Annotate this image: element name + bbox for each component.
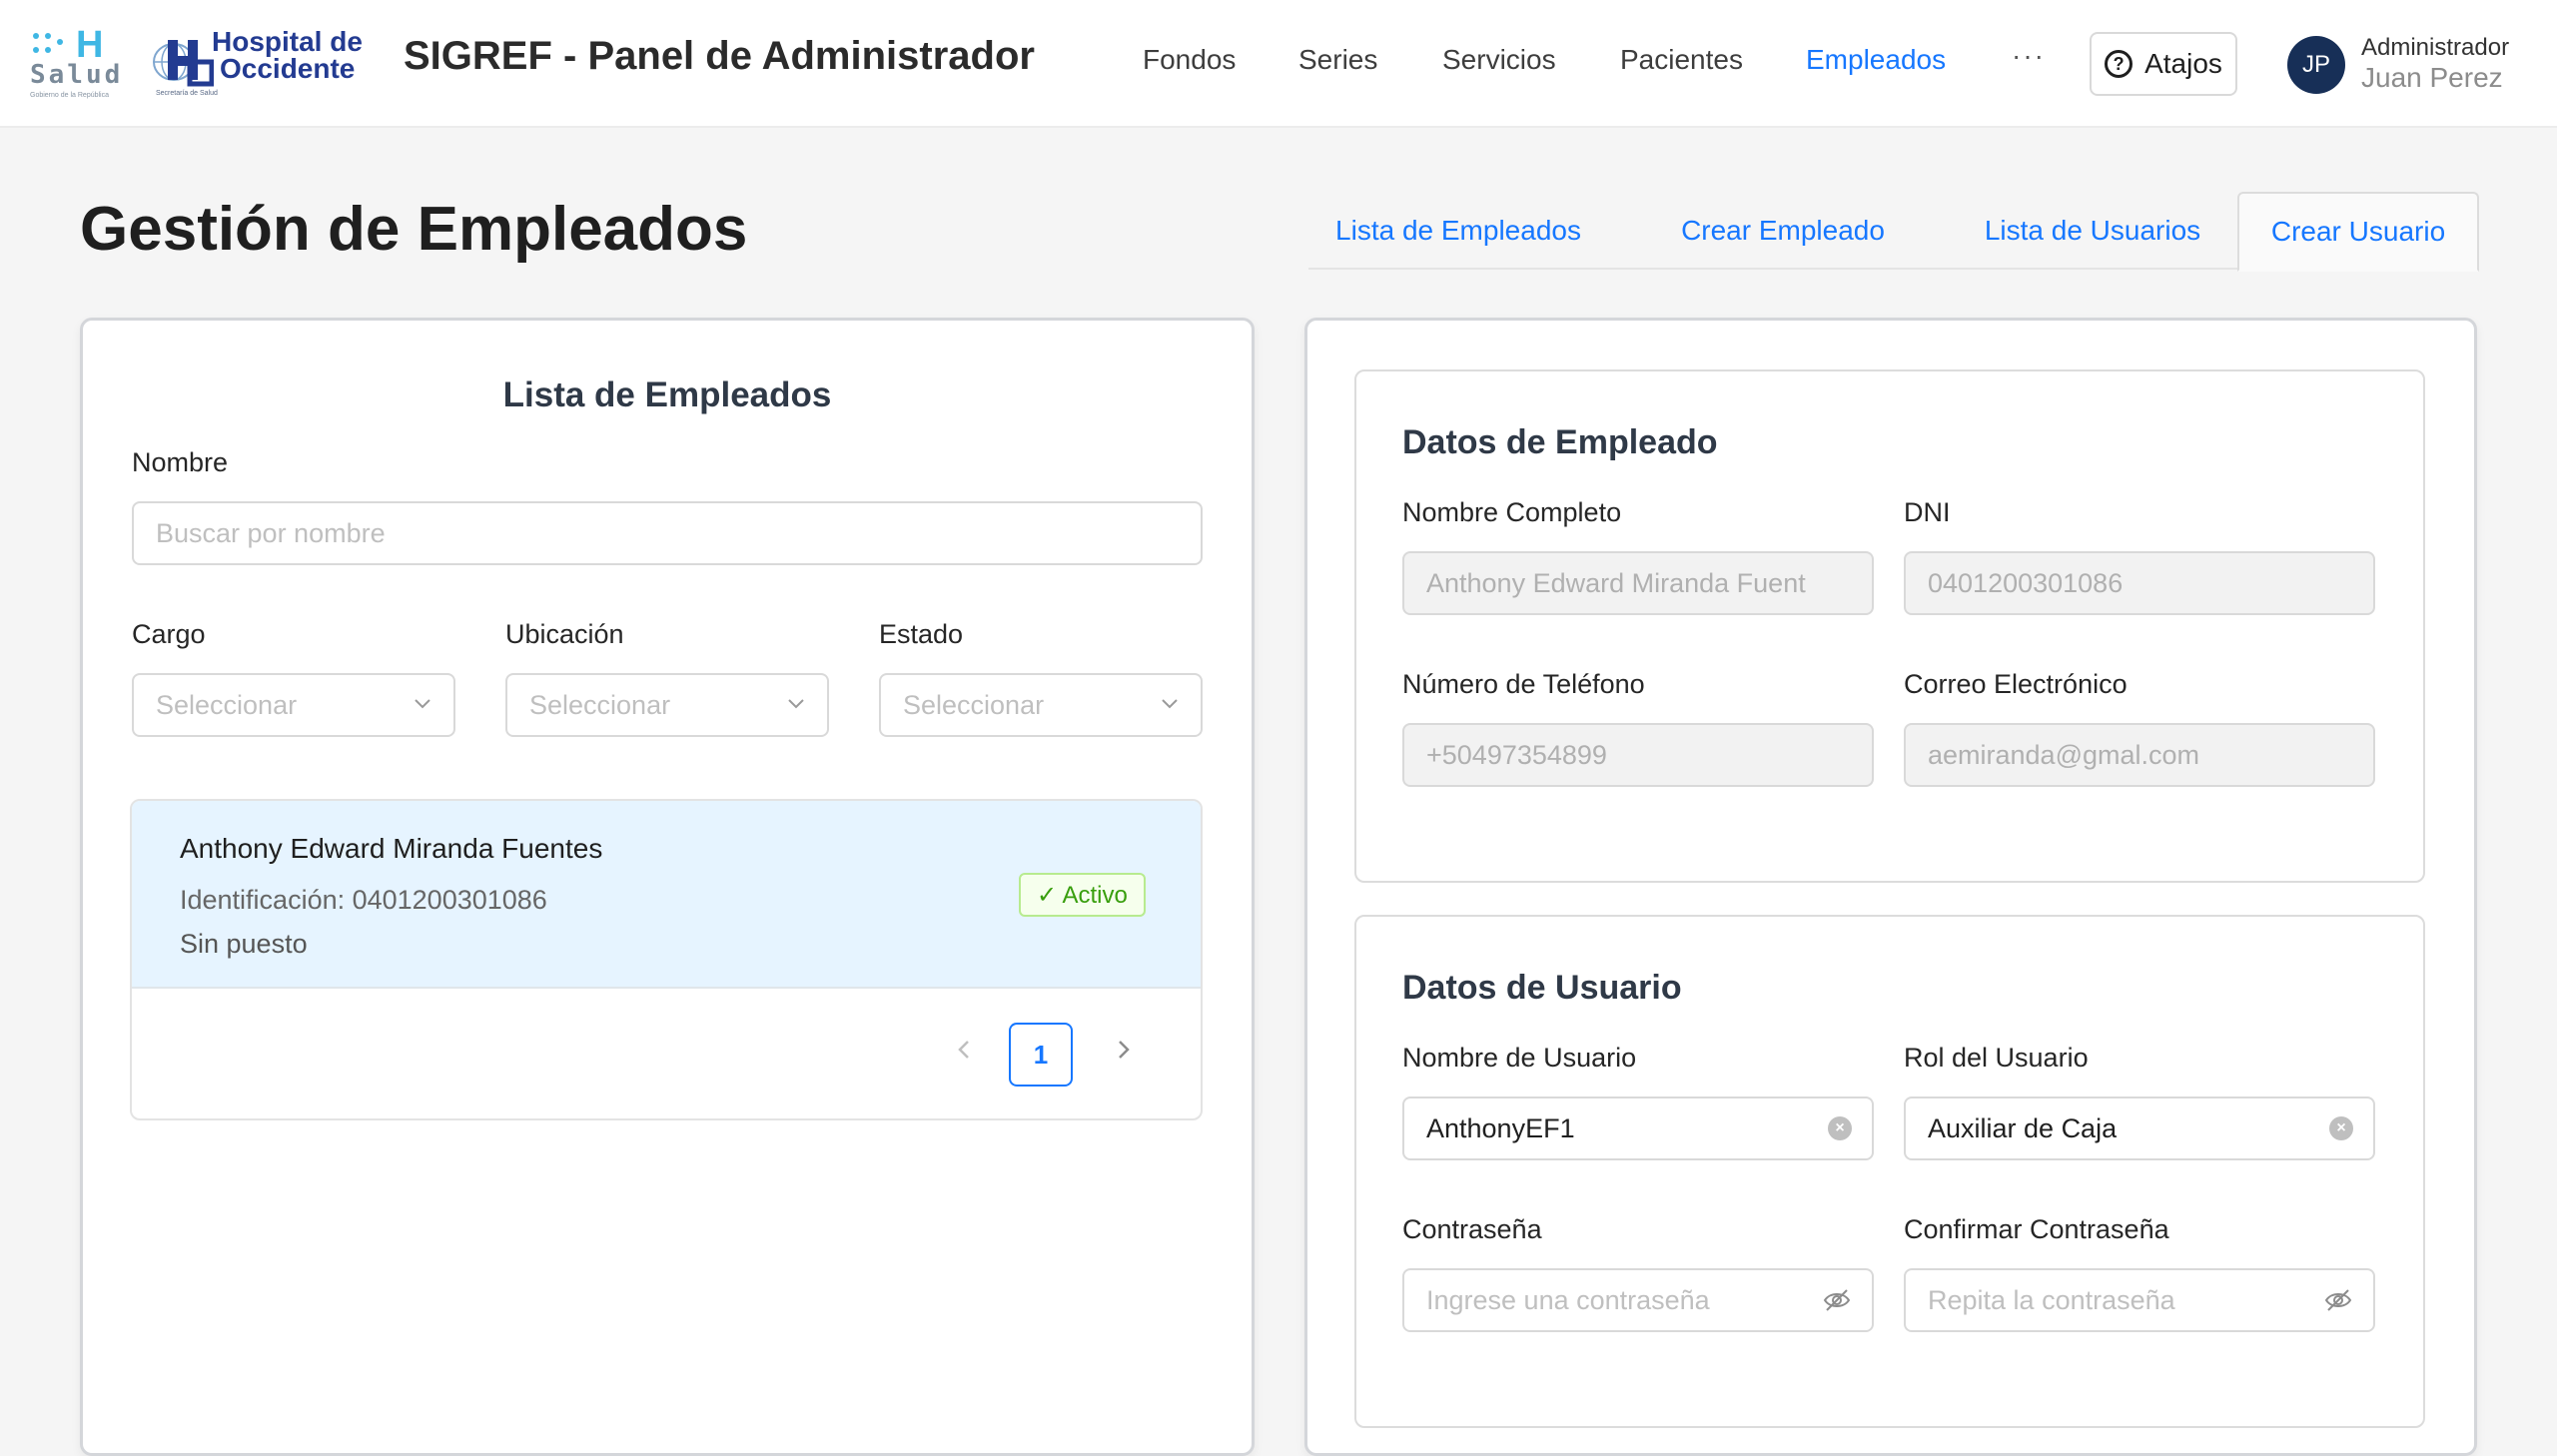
password-placeholder: Ingrese una contraseña (1426, 1284, 1710, 1315)
tab-bar: Lista de Empleados Crear Empleado Lista … (1308, 192, 2479, 272)
user-role: Administrador (2361, 34, 2510, 61)
employee-list-title: Lista de Empleados (502, 375, 832, 414)
hospital-logo-line2: Occidente (220, 53, 356, 84)
shortcuts-button[interactable]: ? Atajos (2090, 32, 2237, 96)
tab-crear-empleado[interactable]: Crear Empleado (1648, 192, 1918, 270)
employee-data-title: Datos de Empleado (1402, 423, 1718, 461)
name-filter-label: Nombre (132, 447, 229, 477)
top-header: H Salud Gobierno de la República Hospita… (0, 0, 2557, 128)
dni-value: 0401200301086 (1928, 567, 2124, 598)
app-title: SIGREF - Panel de Administrador (404, 34, 1035, 78)
salud-logo-text: Salud (30, 60, 124, 90)
confirm-password-placeholder: Repita la contraseña (1928, 1284, 2175, 1315)
tab-lista-usuarios[interactable]: Lista de Usuarios (1948, 192, 2237, 270)
salud-dots-icon (33, 33, 63, 53)
salud-logo-h: H (76, 24, 104, 66)
clear-icon[interactable]: × (1828, 1116, 1852, 1140)
cargo-filter-label: Cargo (132, 619, 206, 649)
chevron-down-icon (788, 699, 804, 709)
user-name: Juan Perez (2361, 62, 2503, 93)
hospital-logo-line1: Hospital de (212, 26, 363, 57)
chevron-right-icon[interactable] (1109, 1035, 1139, 1065)
phone-value: +50497354899 (1426, 739, 1607, 770)
cargo-select[interactable]: Seleccionar (132, 673, 455, 737)
ubicacion-filter-label: Ubicación (505, 619, 624, 649)
full-name-value: Anthony Edward Miranda Fuent (1426, 567, 1806, 598)
estado-filter-label: Estado (879, 619, 964, 649)
nav-item-empleados[interactable]: Empleados (1806, 44, 1946, 76)
name-search-placeholder: Buscar por nombre (156, 517, 386, 548)
list-item[interactable]: Anthony Edward Miranda Fuentes Identific… (132, 801, 1201, 989)
nav-item-pacientes[interactable]: Pacientes (1620, 44, 1743, 76)
user-data-title: Datos de Usuario (1402, 969, 1682, 1007)
dni-label: DNI (1904, 497, 1951, 527)
salud-logo-tagline: Gobierno de la República (30, 92, 109, 99)
eye-invisible-icon[interactable] (2323, 1285, 2353, 1315)
eye-invisible-icon[interactable] (1822, 1285, 1852, 1315)
nav-item-servicios[interactable]: Servicios (1442, 44, 1556, 76)
ubicacion-select-placeholder: Seleccionar (529, 689, 671, 720)
tab-lista-empleados[interactable]: Lista de Empleados (1308, 192, 1608, 270)
hospital-logo-tagline: Secretaría de Salud (156, 90, 218, 97)
phone-label: Número de Teléfono (1402, 669, 1645, 699)
status-badge: ✓ Activo (1019, 873, 1146, 917)
hospital-logo-name: Hospital de Occidente (212, 26, 363, 84)
ubicacion-select[interactable]: Seleccionar (505, 673, 829, 737)
nav-item-fondos[interactable]: Fondos (1143, 44, 1236, 76)
password-label: Contraseña (1402, 1214, 1542, 1244)
pagination-page-1[interactable]: 1 (1009, 1023, 1073, 1087)
employee-list: Anthony Edward Miranda Fuentes Identific… (130, 799, 1203, 1120)
employee-identification: Identificación: 0401200301086 (180, 885, 547, 915)
confirm-password-input[interactable]: Repita la contraseña (1904, 1268, 2375, 1332)
email-label: Correo Electrónico (1904, 669, 2128, 699)
estado-select-placeholder: Seleccionar (903, 689, 1045, 720)
email-value: aemiranda@gmal.com (1928, 739, 2200, 770)
question-icon: ? (2105, 50, 2133, 78)
role-label: Rol del Usuario (1904, 1043, 2089, 1073)
tab-crear-usuario[interactable]: Crear Usuario (2237, 192, 2479, 272)
nav-more-button[interactable]: ··· (2012, 40, 2046, 72)
avatar[interactable]: JP (2287, 36, 2345, 94)
username-value: AnthonyEF1 (1426, 1112, 1575, 1143)
page-title: Gestión de Empleados (80, 195, 748, 264)
dni-field: 0401200301086 (1904, 551, 2375, 615)
username-label: Nombre de Usuario (1402, 1043, 1637, 1073)
confirm-password-label: Confirmar Contraseña (1904, 1214, 2169, 1244)
role-select[interactable]: Auxiliar de Caja × (1904, 1096, 2375, 1160)
nav-item-series[interactable]: Series (1298, 44, 1377, 76)
cargo-select-placeholder: Seleccionar (156, 689, 298, 720)
role-value: Auxiliar de Caja (1928, 1112, 2118, 1143)
phone-field: +50497354899 (1402, 723, 1874, 787)
clear-icon[interactable]: × (2329, 1116, 2353, 1140)
password-input[interactable]: Ingrese una contraseña (1402, 1268, 1874, 1332)
shortcuts-label: Atajos (2144, 48, 2222, 79)
name-search-input[interactable]: Buscar por nombre (132, 501, 1203, 565)
full-name-field: Anthony Edward Miranda Fuent (1402, 551, 1874, 615)
hospital-logo[interactable]: Hospital de Occidente Secretaría de Salu… (152, 28, 374, 100)
email-field: aemiranda@gmal.com (1904, 723, 2375, 787)
chevron-down-icon (1162, 699, 1178, 709)
username-input[interactable]: AnthonyEF1 × (1402, 1096, 1874, 1160)
salud-logo[interactable]: H Salud Gobierno de la República (30, 24, 120, 99)
chevron-down-icon (415, 699, 430, 709)
estado-select[interactable]: Seleccionar (879, 673, 1203, 737)
full-name-label: Nombre Completo (1402, 497, 1622, 527)
employee-position: Sin puesto (180, 929, 308, 959)
employee-name: Anthony Edward Miranda Fuentes (180, 833, 603, 864)
chevron-left-icon[interactable] (949, 1035, 979, 1065)
hospital-mark-icon (153, 40, 214, 87)
